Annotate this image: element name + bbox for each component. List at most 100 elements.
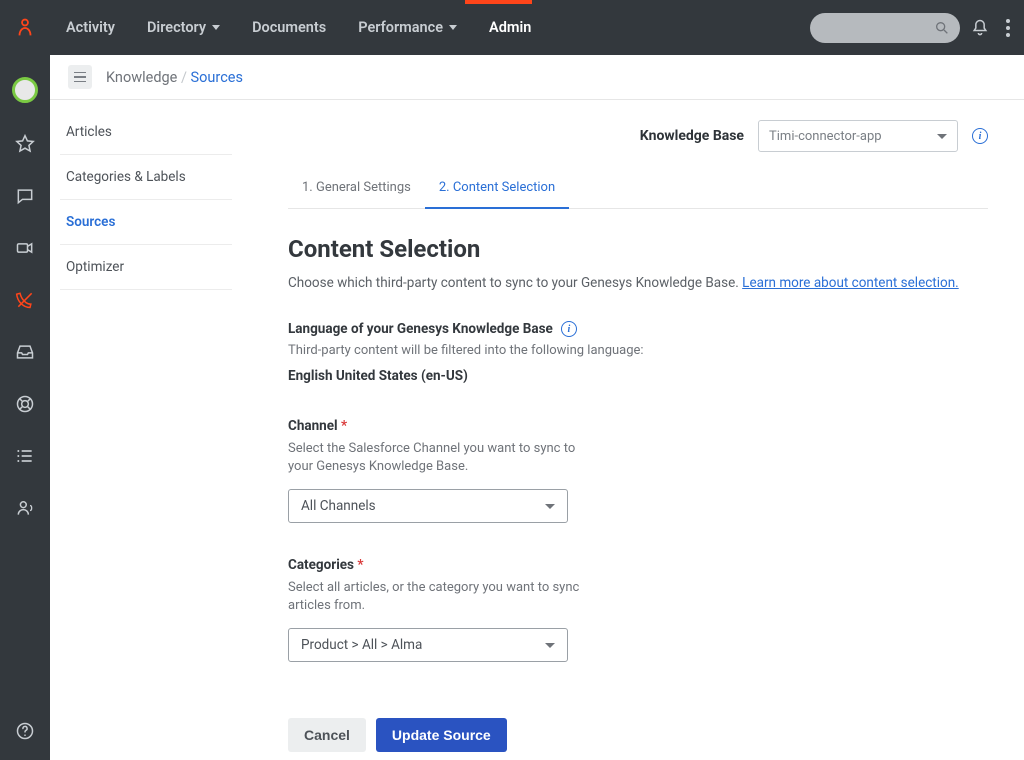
chevron-down-icon <box>545 504 555 509</box>
kb-select[interactable]: Timi-connector-app <box>758 120 958 152</box>
nav-label: Directory <box>147 19 206 36</box>
required-indicator: * <box>341 418 347 434</box>
phone-off-icon <box>15 290 35 310</box>
categories-select-value: Product > All > Alma <box>301 637 422 653</box>
kb-selector-row: Knowledge Base Timi-connector-app i <box>288 120 988 152</box>
chevron-down-icon <box>212 25 220 30</box>
kb-select-value: Timi-connector-app <box>769 129 882 144</box>
nav-label: Performance <box>358 19 443 36</box>
search-input[interactable] <box>810 13 960 43</box>
channel-select-value: All Channels <box>301 498 376 514</box>
rail-agent[interactable] <box>14 497 36 519</box>
learn-more-link[interactable]: Learn more about content selection. <box>742 275 959 291</box>
page: Knowledge / Sources Articles Categories … <box>50 55 1024 760</box>
avatar[interactable] <box>12 77 38 103</box>
required-indicator: * <box>357 557 363 573</box>
language-title-text: Language of your Genesys Knowledge Base <box>288 321 553 337</box>
page-title: Content Selection <box>288 235 988 263</box>
channel-select[interactable]: All Channels <box>288 489 568 523</box>
nav-label: Admin <box>489 19 531 36</box>
sidenav-label: Sources <box>66 214 115 230</box>
language-value: English United States (en-US) <box>288 368 988 384</box>
tab-label: 2. Content Selection <box>439 180 555 195</box>
sidenav-sources[interactable]: Sources <box>60 200 232 245</box>
tab-label: 1. General Settings <box>302 180 411 195</box>
sidenav-articles[interactable]: Articles <box>60 110 232 155</box>
nav-label: Documents <box>252 19 326 36</box>
channel-field: Channel * Select the Salesforce Channel … <box>288 418 988 523</box>
rail-lifering[interactable] <box>14 393 36 415</box>
side-nav: Articles Categories & Labels Sources Opt… <box>50 100 238 760</box>
sidebar-toggle[interactable] <box>68 65 92 89</box>
agent-icon <box>15 498 35 518</box>
rail-video[interactable] <box>14 237 36 259</box>
sidenav-label: Optimizer <box>66 259 124 275</box>
rail-help-container <box>0 720 50 742</box>
breadcrumb-current: Sources <box>191 69 243 86</box>
tab-general-settings[interactable]: 1. General Settings <box>288 170 425 208</box>
content: Content Selection Choose which third-par… <box>288 209 988 752</box>
left-rail <box>0 55 50 760</box>
chat-icon <box>15 186 35 206</box>
top-bar: Activity Directory Documents Performance… <box>0 0 1024 55</box>
breadcrumb-separator: / <box>181 69 191 86</box>
breadcrumb-bar: Knowledge / Sources <box>50 55 1024 100</box>
rail-favorites[interactable] <box>14 133 36 155</box>
help-icon <box>15 721 35 741</box>
sidenav-label: Categories & Labels <box>66 169 186 185</box>
nav-documents[interactable]: Documents <box>236 0 342 55</box>
main-content: Knowledge Base Timi-connector-app i 1. G… <box>238 100 1024 760</box>
star-icon <box>15 134 35 154</box>
sidenav-label: Articles <box>66 124 112 140</box>
categories-label-text: Categories <box>288 557 354 573</box>
chevron-down-icon <box>449 25 457 30</box>
categories-select[interactable]: Product > All > Alma <box>288 628 568 662</box>
nav-label: Activity <box>66 19 115 36</box>
nav-activity[interactable]: Activity <box>50 0 131 55</box>
kb-info-button[interactable]: i <box>972 128 988 144</box>
page-lead: Choose which third-party content to sync… <box>288 275 988 291</box>
rail-inbox[interactable] <box>14 341 36 363</box>
language-helper: Third-party content will be filtered int… <box>288 343 988 358</box>
step-tabs: 1. General Settings 2. Content Selection <box>288 170 988 209</box>
channel-help: Select the Salesforce Channel you want t… <box>288 440 588 475</box>
update-source-button[interactable]: Update Source <box>376 718 507 752</box>
categories-help: Select all articles, or the category you… <box>288 579 588 614</box>
notifications-button[interactable] <box>970 18 990 38</box>
sidenav-optimizer[interactable]: Optimizer <box>60 245 232 290</box>
rail-chat[interactable] <box>14 185 36 207</box>
search-icon <box>934 20 950 36</box>
categories-label: Categories * <box>288 557 988 573</box>
breadcrumb: Knowledge / Sources <box>106 69 243 86</box>
breadcrumb-root[interactable]: Knowledge <box>106 69 177 86</box>
channel-label-text: Channel <box>288 418 338 434</box>
kb-label: Knowledge Base <box>640 128 744 144</box>
top-right-tools <box>810 0 1016 55</box>
rail-interactions[interactable] <box>14 289 36 311</box>
categories-field: Categories * Select all articles, or the… <box>288 557 988 662</box>
more-menu-button[interactable] <box>1000 19 1016 37</box>
lead-text: Choose which third-party content to sync… <box>288 275 742 291</box>
sidenav-categories[interactable]: Categories & Labels <box>60 155 232 200</box>
nav-directory[interactable]: Directory <box>131 0 236 55</box>
video-icon <box>15 238 35 258</box>
chevron-down-icon <box>545 643 555 648</box>
app-logo[interactable] <box>0 17 50 39</box>
chevron-down-icon <box>937 134 947 139</box>
genesys-logo-icon <box>14 17 36 39</box>
rail-help[interactable] <box>14 720 36 742</box>
channel-label: Channel * <box>288 418 988 434</box>
list-icon <box>15 446 35 466</box>
nav-performance[interactable]: Performance <box>342 0 473 55</box>
page-body: Articles Categories & Labels Sources Opt… <box>50 100 1024 760</box>
lifering-icon <box>15 394 35 414</box>
form-actions: Cancel Update Source <box>288 718 988 752</box>
tab-content-selection[interactable]: 2. Content Selection <box>425 170 569 209</box>
nav-admin[interactable]: Admin <box>473 0 547 55</box>
rail-list[interactable] <box>14 445 36 467</box>
active-tab-indicator <box>465 0 532 4</box>
language-info-button[interactable]: i <box>561 321 577 337</box>
cancel-button[interactable]: Cancel <box>288 718 366 752</box>
language-section-title: Language of your Genesys Knowledge Base … <box>288 321 988 337</box>
inbox-icon <box>15 342 35 362</box>
